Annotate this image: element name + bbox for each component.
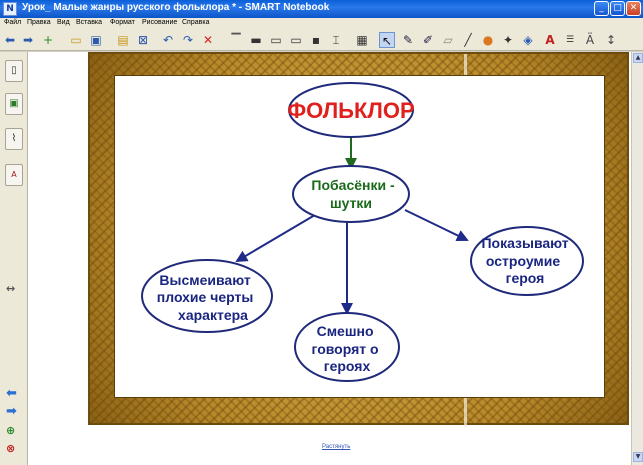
mind-map-diagram: ФОЛЬКЛОР Побасёнки - шутки Высмеивают пл…	[141, 82, 584, 382]
root-node[interactable]: ФОЛЬКЛОР	[287, 82, 415, 138]
select-icon[interactable]: ↖	[379, 32, 395, 48]
center-line-2: шутки	[330, 195, 372, 211]
creative-pen-icon[interactable]: ✐	[420, 32, 436, 48]
table-icon[interactable]: ▦	[354, 32, 370, 48]
menu-view[interactable]: Вид	[57, 19, 70, 26]
save-icon[interactable]: ▣	[88, 32, 104, 48]
open-icon[interactable]: ▭	[68, 32, 84, 48]
menu-insert[interactable]: Вставка	[76, 19, 102, 26]
slide[interactable]: ФОЛЬКЛОР Побасёнки - шутки Высмеивают пл…	[114, 75, 605, 398]
minimize-button[interactable]: _	[594, 1, 609, 16]
scroll-down-icon[interactable]: ▼	[633, 452, 643, 462]
screen-shade-icon[interactable]: ▔	[228, 32, 244, 48]
monitor-icon[interactable]: ▭	[268, 32, 284, 48]
text-icon[interactable]: A	[542, 32, 558, 48]
left-line-3: характера	[178, 307, 248, 323]
bottom-node[interactable]: Смешно говорят о героях	[294, 312, 400, 382]
next-page-icon[interactable]: ➡	[6, 404, 17, 419]
bottom-line-1: Смешно	[317, 323, 374, 339]
pen-icon[interactable]: ✎	[400, 32, 416, 48]
delete-page-icon[interactable]: ⊗	[6, 442, 15, 455]
root-label: ФОЛЬКЛОР	[287, 98, 414, 123]
line-icon[interactable]: ╱	[460, 32, 476, 48]
paste-icon[interactable]: ▤	[115, 32, 131, 48]
resize-arrows-icon[interactable]: ↔	[6, 282, 15, 295]
camera-icon[interactable]: ▪	[308, 32, 324, 48]
redo-icon[interactable]: ↷	[180, 32, 196, 48]
gallery-icon[interactable]: ▣	[5, 93, 23, 115]
arrow-center-left	[235, 211, 321, 263]
monitor-2-icon[interactable]: ▭	[288, 32, 304, 48]
capture-icon[interactable]: ⌶	[328, 32, 344, 48]
left-line-2: плохие черты	[157, 289, 254, 305]
stretch-link[interactable]: Растянуть	[322, 444, 350, 450]
display-icon[interactable]: ▬	[248, 32, 264, 48]
prev-page-icon[interactable]: ⬅	[6, 386, 17, 401]
menu-draw[interactable]: Рисование	[142, 19, 177, 26]
right-line-1: Показывают	[481, 235, 568, 251]
properties-icon[interactable]: ☰	[562, 32, 578, 48]
menu-format[interactable]: Формат	[110, 19, 135, 26]
fill-icon[interactable]: ◈	[520, 32, 536, 48]
right-line-3: героя	[506, 270, 545, 286]
add-page-icon[interactable]: +	[40, 32, 56, 48]
smart-notebook-icon: N	[3, 2, 17, 16]
magic-pen-icon[interactable]: ✦	[500, 32, 516, 48]
left-line-1: Высмеивают	[159, 272, 250, 288]
delete-icon[interactable]: ✕	[200, 32, 216, 48]
move-toolbar-icon[interactable]: ↕	[603, 32, 619, 48]
font-icon[interactable]: Ä	[582, 32, 598, 48]
page-sorter-icon[interactable]: ▯	[5, 60, 23, 82]
sidebar: ▯ ▣ ⌇ A ↔ ⬅ ➡ ⊕ ⊗	[0, 52, 28, 465]
menu-file[interactable]: Файл	[4, 19, 21, 26]
forward-icon[interactable]: ➡	[20, 32, 36, 48]
shape-icon[interactable]: ●	[480, 32, 496, 48]
scroll-up-icon[interactable]: ▲	[633, 53, 643, 63]
right-node[interactable]: Показывают остроумие героя	[470, 226, 584, 296]
maximize-button[interactable]: □	[610, 1, 625, 16]
right-line-2: остроумие	[486, 253, 560, 269]
eraser-icon[interactable]: ▱	[440, 32, 456, 48]
left-node[interactable]: Высмеивают плохие черты характера	[141, 259, 273, 333]
bottom-line-2: говорят о	[312, 341, 379, 357]
toolbar: ⬅ ➡ + ▭ ▣ ▤ ⊠ ↶ ↷ ✕ ▔ ▬ ▭ ▭ ▪ ⌶ ▦ ↖ ✎ ✐ …	[0, 30, 643, 51]
bottom-line-3: героях	[324, 358, 371, 374]
center-node[interactable]: Побасёнки - шутки	[292, 165, 410, 223]
arrow-center-right	[404, 209, 469, 242]
clear-icon[interactable]: ⊠	[135, 32, 151, 48]
menu-bar: Файл Правка Вид Вставка Формат Рисование…	[0, 18, 643, 30]
undo-icon[interactable]: ↶	[160, 32, 176, 48]
back-icon[interactable]: ⬅	[2, 32, 18, 48]
title-bar: N Урок_ Малые жанры русского фольклора *…	[0, 0, 643, 18]
attachments-icon[interactable]: ⌇	[5, 128, 23, 150]
close-button[interactable]: ✕	[626, 1, 641, 16]
vertical-scrollbar[interactable]: ▲ ▼	[631, 52, 643, 465]
canvas-area[interactable]: ФОЛЬКЛОР Побасёнки - шутки Высмеивают пл…	[28, 52, 631, 465]
menu-edit[interactable]: Правка	[27, 19, 51, 26]
center-line-1: Побасёнки -	[311, 177, 395, 193]
add-page-side-icon[interactable]: ⊕	[6, 424, 15, 437]
window-title: Урок_ Малые жанры русского фольклора * -…	[22, 2, 330, 13]
menu-help[interactable]: Справка	[182, 19, 209, 26]
properties-tab-icon[interactable]: A	[5, 164, 23, 186]
